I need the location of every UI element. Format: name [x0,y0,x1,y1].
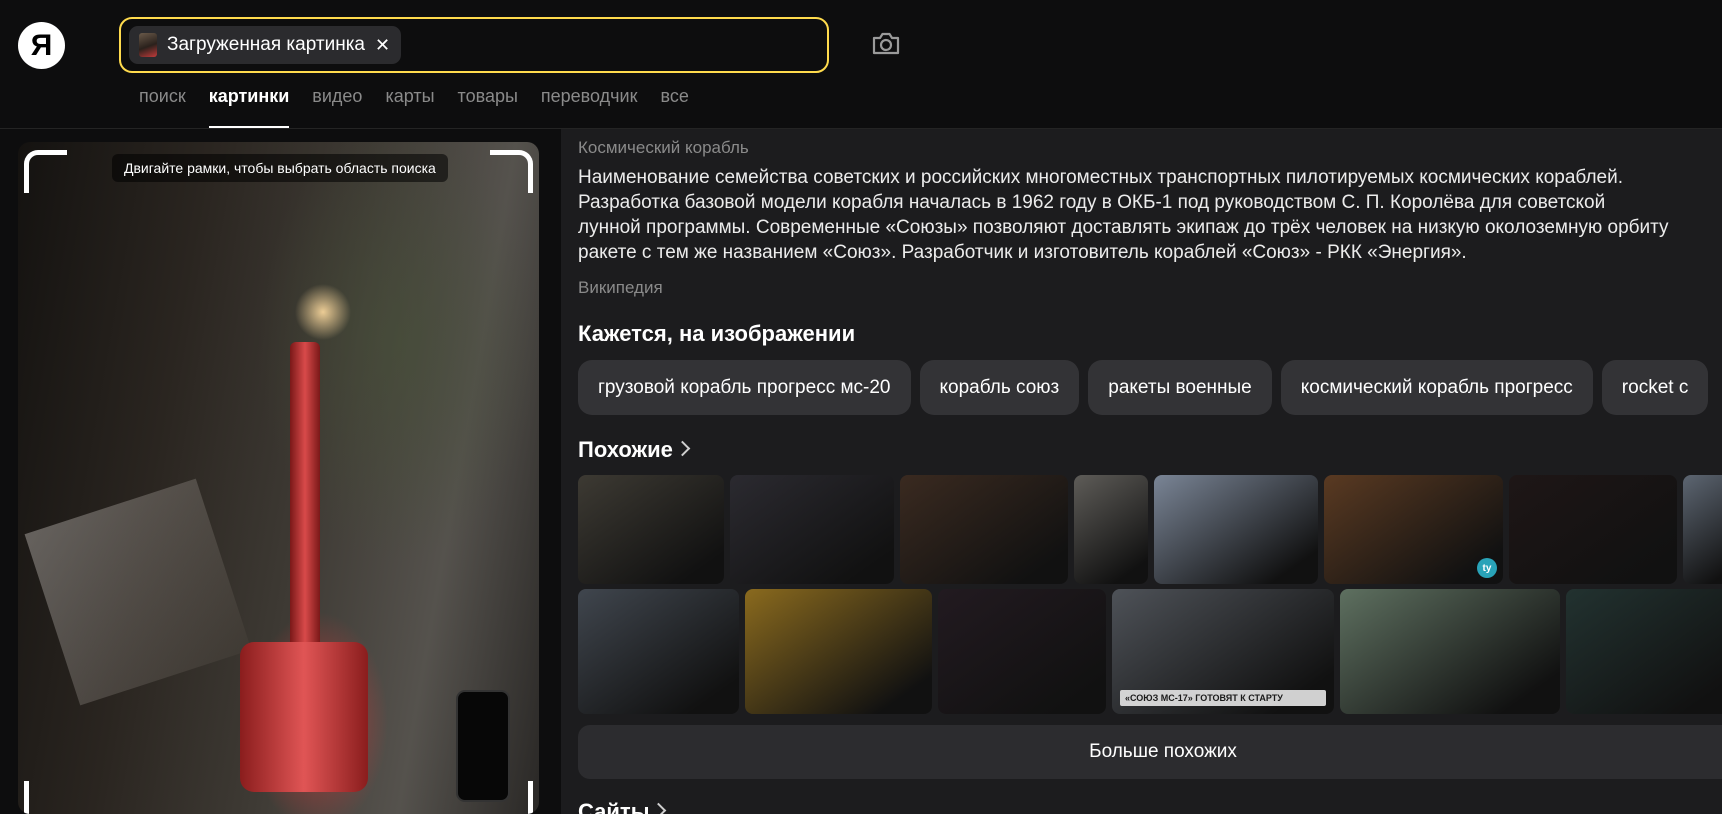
tag-chip[interactable]: корабль союз [919,360,1080,415]
similar-image-thumbnail[interactable] [578,475,724,584]
crop-handle-bottom-right[interactable] [490,781,533,814]
tag-chip[interactable]: rocket c [1601,360,1709,415]
tab-images[interactable]: картинки [208,86,290,128]
tab-products[interactable]: товары [458,86,518,128]
similar-image-thumbnail[interactable]: «СОЮЗ МС-17» ГОТОВЯТ К СТАРТУ [1112,589,1334,714]
tab-maps[interactable]: карты [385,86,434,128]
entity-description: Наименование семейства советских и росси… [578,165,1722,265]
thumbnail-caption-text: «СОЮЗ МС-17» ГОТОВЯТ К СТАРТУ [1120,690,1326,706]
image-rocket-model [290,342,320,662]
tab-all[interactable]: все [660,86,688,128]
uploaded-image-chip[interactable]: Загруженная картинка ✕ [129,26,402,64]
entity-description-line: Наименование семейства советских и росси… [578,167,1624,188]
image-red-tank [240,642,368,792]
crop-handle-bottom-left[interactable] [24,781,67,814]
chevron-right-icon [651,802,667,814]
thumbnail-caption: «СОЮЗ МС-17» ГОТОВЯТ К СТАРТУ [1120,690,1326,706]
header: Я Загруженная картинка ✕ поиск картинки … [0,0,1722,129]
similar-image-thumbnail[interactable] [578,589,739,714]
results-panel: Космический корабль Наименование семейст… [561,129,1722,814]
similar-image-thumbnail[interactable] [1154,475,1318,584]
similar-image-thumbnail[interactable] [1340,589,1560,714]
close-icon[interactable]: ✕ [375,35,390,56]
tag-chip[interactable]: ракеты военные [1088,360,1272,415]
search-tabs: поиск картинки видео карты товары перево… [139,86,689,128]
similar-images-label: Похожие [578,437,673,462]
tag-chip[interactable]: космический корабль прогресс [1280,360,1593,415]
entity-description-line: Разработка базовой модели корабля начала… [578,192,1606,213]
similar-image-thumbnail[interactable] [900,475,1068,584]
similar-image-thumbnail[interactable]: ty [1324,475,1503,584]
tag-chip[interactable]: грузовой корабль прогресс мс-20 [578,360,911,415]
entity-description-line: ракете с тем же названием «Союз». Разраб… [578,242,1467,263]
similar-image-thumbnail[interactable] [730,475,894,584]
similar-image-thumbnail[interactable] [1566,589,1722,714]
source-badge: ty [1477,558,1497,578]
tab-video[interactable]: видео [312,86,362,128]
similar-image-thumbnail[interactable] [1509,475,1677,584]
similar-image-thumbnail[interactable] [745,589,932,714]
camera-icon[interactable] [870,27,902,59]
crop-handle-top-left[interactable] [24,150,67,193]
chip-label: Загруженная картинка [167,34,365,55]
similar-image-thumbnail[interactable] [1683,475,1722,584]
more-similar-button[interactable]: Больше похожих [578,725,1722,779]
crop-hint: Двигайте рамки, чтобы выбрать область по… [112,154,448,182]
tab-search[interactable]: поиск [139,86,186,128]
uploaded-image-viewer[interactable]: Двигайте рамки, чтобы выбрать область по… [18,142,539,814]
sites-title[interactable]: Сайты [578,799,667,814]
similar-image-thumbnail[interactable] [1074,475,1148,584]
yandex-logo[interactable]: Я [18,22,65,69]
crop-handle-top-right[interactable] [490,150,533,193]
detected-objects-title: Кажется, на изображении [578,321,856,346]
tab-translator[interactable]: переводчик [541,86,638,128]
similar-image-thumbnail[interactable] [938,589,1106,714]
similar-images-title[interactable]: Похожие [578,437,691,463]
chevron-right-icon [674,440,691,457]
search-input[interactable]: Загруженная картинка ✕ [119,17,829,73]
entity-source-link[interactable]: Википедия [578,278,663,298]
detected-tags: грузовой корабль прогресс мс-20 корабль … [578,360,1709,415]
entity-description-line: лунной программы. Современные «Союзы» по… [578,217,1669,238]
image-debris [24,478,252,706]
sites-label: Сайты [578,799,650,814]
uploaded-image-thumbnail [139,33,157,57]
entity-title: Космический корабль [578,138,749,157]
